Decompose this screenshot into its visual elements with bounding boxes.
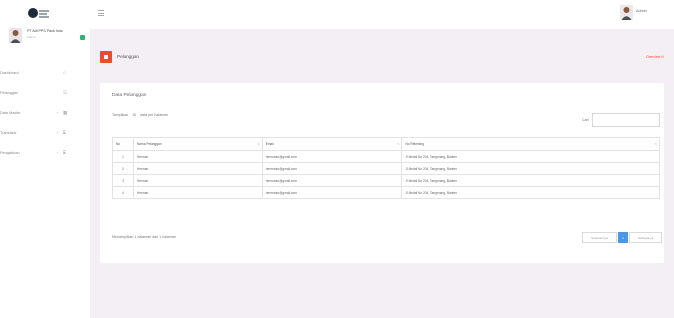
table-row[interactable]: 4 Herman hermanto@gmail.com Jl Melati No… bbox=[112, 186, 660, 199]
page-length-control: Tampilkan 10 data per halaman bbox=[112, 113, 168, 117]
cell-email: hermanto@gmail.com bbox=[261, 150, 403, 163]
sidebar-user-name: PT Adi PPS Pack Indo bbox=[27, 29, 63, 33]
cell-name: Herman bbox=[132, 186, 263, 199]
search-label: Cari bbox=[582, 118, 589, 122]
sort-icon: ⇅ bbox=[654, 142, 657, 146]
grid-icon: ▦ bbox=[63, 110, 68, 115]
cell-email: hermanto@gmail.com bbox=[261, 162, 403, 175]
logo[interactable] bbox=[28, 7, 52, 19]
settings-icon: ⌸ bbox=[63, 150, 66, 155]
page-header: Pelanggan Overview ⊙ bbox=[100, 48, 664, 68]
page-title: Pelanggan bbox=[117, 54, 139, 59]
cart-icon: ⌸ bbox=[63, 130, 66, 135]
cell-email: hermanto@gmail.com bbox=[261, 174, 403, 187]
sort-icon: ⇅ bbox=[397, 142, 400, 146]
table-row[interactable]: 2 Herman hermanto@gmail.com Jl Melati No… bbox=[112, 162, 660, 175]
sidebar-item-label: Pelanggan bbox=[0, 91, 19, 95]
cell-email: hermanto@gmail.com bbox=[261, 186, 403, 199]
next-page-button[interactable]: Selanjutnya bbox=[629, 232, 662, 243]
chevron-left-icon: ‹ bbox=[57, 150, 59, 155]
avatar bbox=[9, 28, 22, 43]
sidebar-item-transaksi[interactable]: Transaksi ‹ ⌸ bbox=[0, 129, 90, 139]
sidebar-item-data-master[interactable]: Data Master ‹ ▦ bbox=[0, 109, 90, 119]
sidebar-item-dashboard[interactable]: Dashboard ⌂ bbox=[0, 69, 90, 79]
sort-icon: ⇅ bbox=[257, 142, 260, 146]
overview-link[interactable]: Overview ⊙ bbox=[646, 55, 664, 59]
sidebar-item-pengaturan[interactable]: Pengaturan ‹ ⌸ bbox=[0, 149, 90, 159]
sidebar-item-label: Transaksi bbox=[0, 131, 17, 135]
sidebar-item-pelanggan[interactable]: Pelanggan ☷ bbox=[0, 89, 90, 99]
sidebar-user-role: Admin bbox=[27, 35, 36, 39]
column-header-name[interactable]: Nama Pelanggan ⇅ bbox=[132, 137, 263, 151]
sidebar: PT Adi PPS Pack Indo Admin Dashboard ⌂ P… bbox=[0, 0, 90, 318]
column-header-no[interactable]: No bbox=[112, 137, 134, 151]
cell-no: 2 bbox=[112, 162, 134, 175]
page-icon bbox=[100, 51, 112, 63]
topbar: Admin bbox=[90, 0, 674, 29]
customer-card: Data Pelanggan Tampilkan 10 data per hal… bbox=[100, 83, 664, 263]
sidebar-item-label: Data Master bbox=[0, 111, 21, 115]
cell-no: 4 bbox=[112, 186, 134, 199]
sidebar-item-label: Pengaturan bbox=[0, 151, 20, 155]
cell-no: 3 bbox=[112, 174, 134, 187]
sidebar-user: PT Adi PPS Pack Indo Admin bbox=[8, 28, 88, 48]
column-header-email[interactable]: Email ⇅ bbox=[261, 137, 403, 151]
online-status-icon bbox=[80, 35, 85, 40]
chevron-left-icon: ‹ bbox=[57, 110, 59, 115]
home-icon: ⌂ bbox=[63, 70, 66, 75]
table-info: Menampilkan 1 halaman dari 1 halaman bbox=[112, 235, 176, 239]
sidebar-item-label: Dashboard bbox=[0, 71, 19, 75]
users-icon: ☷ bbox=[63, 90, 68, 95]
page-length-select[interactable]: 10 bbox=[130, 113, 138, 117]
previous-page-button[interactable]: Sebelumnya bbox=[582, 232, 617, 243]
customer-table: No Nama Pelanggan ⇅ Email ⇅ No Rekening ⇅ 1… bbox=[112, 137, 660, 199]
page-1-button[interactable]: 1 bbox=[618, 232, 628, 243]
show-prefix: Tampilkan bbox=[112, 113, 129, 117]
cell-account: Jl Melati No 204, Tangerang, Banten bbox=[401, 174, 660, 187]
cell-account: Jl Melati No 204, Tangerang, Banten bbox=[401, 150, 660, 163]
search-input[interactable] bbox=[592, 113, 660, 127]
user-menu-label[interactable]: Admin bbox=[636, 9, 647, 13]
chevron-left-icon: ‹ bbox=[57, 130, 59, 135]
cell-name: Herman bbox=[132, 174, 263, 187]
pagination: Sebelumnya 1 Selanjutnya bbox=[582, 232, 662, 243]
cell-no: 1 bbox=[112, 150, 134, 163]
cell-name: Herman bbox=[132, 162, 263, 175]
column-header-account[interactable]: No Rekening ⇅ bbox=[401, 137, 660, 151]
cell-account: Jl Melati No 204, Tangerang, Banten bbox=[401, 162, 660, 175]
table-header-row: No Nama Pelanggan ⇅ Email ⇅ No Rekening ⇅ bbox=[112, 137, 660, 151]
show-suffix: data per halaman bbox=[140, 113, 169, 117]
user-avatar[interactable] bbox=[620, 5, 633, 20]
table-row[interactable]: 1 Herman hermanto@gmail.com Jl Melati No… bbox=[112, 150, 660, 163]
cell-account: Jl Melati No 204, Tangerang, Banten bbox=[401, 186, 660, 199]
menu-toggle-icon[interactable] bbox=[98, 10, 104, 16]
cell-name: Herman bbox=[132, 150, 263, 163]
table-row[interactable]: 3 Herman hermanto@gmail.com Jl Melati No… bbox=[112, 174, 660, 187]
card-title: Data Pelanggan bbox=[112, 93, 147, 98]
